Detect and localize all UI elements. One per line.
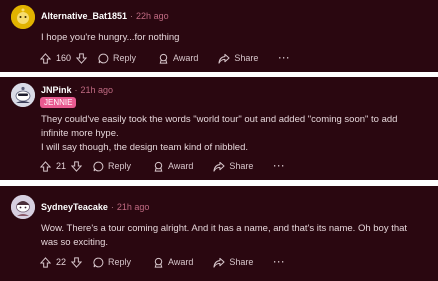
more-options-icon[interactable]: ··· [278, 53, 290, 63]
comment-meta: SydneyTeacake · 21h ago [41, 202, 149, 212]
award-label: Award [173, 53, 199, 63]
username[interactable]: SydneyTeacake [41, 202, 108, 212]
comment-line: I hope you're hungry...for nothing [41, 32, 180, 43]
vote-count: 22 [56, 257, 67, 267]
vote-count: 21 [56, 161, 67, 171]
share-label: Share [234, 53, 259, 63]
award-button[interactable]: Award [153, 257, 193, 268]
share-icon [218, 53, 230, 64]
share-label: Share [229, 257, 254, 267]
upvote-icon[interactable] [40, 52, 51, 64]
share-button[interactable]: Share [218, 53, 258, 64]
meta-dot: · [130, 11, 134, 21]
vote-count: 160 [56, 53, 72, 63]
reply-label: Reply [108, 257, 132, 267]
avatar[interactable] [11, 5, 35, 29]
comment-2: JNPink · 21h ago JENNIE They could've easi… [0, 77, 438, 180]
reply-label: Reply [113, 53, 137, 63]
comment-meta: JNPink · 21h ago [41, 85, 113, 95]
award-button[interactable]: Award [153, 161, 193, 172]
comment-line: Wow. There's a tour coming alright. And … [41, 223, 408, 234]
share-icon [213, 257, 225, 268]
comment-body: They could've easily took the words "wor… [41, 113, 426, 155]
award-label: Award [168, 161, 194, 171]
timestamp: 21h ago [116, 202, 150, 212]
comment-body: I hope you're hungry...for nothing [41, 31, 426, 45]
award-icon [159, 53, 168, 64]
award-icon [154, 257, 163, 268]
award-button[interactable]: Award [158, 53, 198, 64]
reply-icon [98, 53, 109, 63]
reply-button[interactable]: Reply [98, 53, 136, 64]
avatar[interactable] [11, 83, 35, 107]
more-options-icon[interactable]: ··· [273, 161, 285, 171]
reply-label: Reply [108, 161, 132, 171]
meta-dot: · [110, 202, 114, 212]
comment-line: I will say though, the design team kind … [41, 142, 249, 153]
vote-group: 22 [40, 256, 83, 268]
downvote-icon[interactable] [76, 52, 88, 64]
comment-line: infinite more hype. [41, 128, 119, 139]
comment-meta: Alternative_Bat1851 · 22h ago [41, 11, 169, 21]
vote-group: 21 [40, 160, 83, 172]
snoo-avatar-icon [11, 5, 35, 29]
timestamp: 22h ago [136, 11, 169, 21]
snoo-avatar-icon [11, 83, 35, 107]
share-button[interactable]: Share [213, 257, 253, 268]
vote-group: 160 [40, 52, 88, 64]
share-icon [213, 161, 225, 172]
reply-icon [93, 257, 104, 267]
username[interactable]: JNPink [41, 85, 72, 95]
comment-line: They could've easily took the words "wor… [41, 114, 398, 125]
more-options-icon[interactable]: ··· [273, 257, 285, 267]
timestamp: 21h ago [80, 85, 114, 95]
comment-body: Wow. There's a tour coming alright. And … [41, 222, 426, 250]
comment-3: SydneyTeacake · 21h ago Wow. There's a tou… [0, 186, 438, 281]
user-flair-badge: JENNIE [40, 97, 77, 108]
upvote-icon[interactable] [40, 160, 51, 172]
snoo-avatar-icon [11, 195, 35, 219]
downvote-icon[interactable] [71, 256, 83, 268]
comment-actions: 21 Reply Award Share ··· [40, 159, 285, 173]
comment-actions: 22 Reply Award Share ··· [40, 255, 285, 269]
comment-line: was so exciting. [41, 237, 109, 248]
meta-dot: · [74, 85, 78, 95]
username[interactable]: Alternative_Bat1851 [41, 11, 127, 21]
reply-button[interactable]: Reply [93, 161, 131, 172]
comment-1: Alternative_Bat1851 · 22h ago I hope you'r… [0, 0, 438, 72]
upvote-icon[interactable] [40, 256, 51, 268]
avatar[interactable] [11, 195, 35, 219]
comment-actions: 160 Reply Award Share ··· [40, 51, 290, 65]
share-label: Share [229, 161, 254, 171]
reply-icon [93, 161, 104, 171]
reply-button[interactable]: Reply [93, 257, 131, 268]
award-icon [154, 161, 163, 172]
award-label: Award [168, 257, 194, 267]
downvote-icon[interactable] [71, 160, 83, 172]
share-button[interactable]: Share [213, 161, 253, 172]
